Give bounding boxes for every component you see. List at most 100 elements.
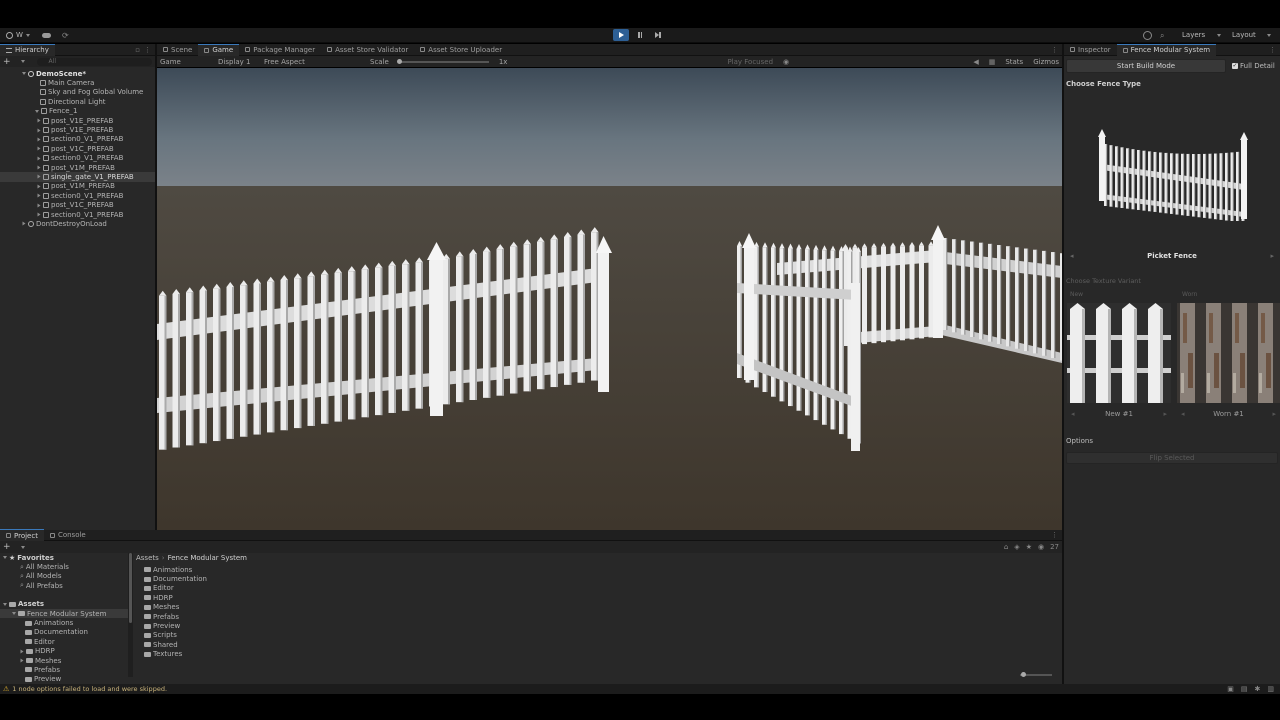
add-icon[interactable]: + <box>3 57 11 67</box>
chevron-right-icon[interactable]: ▸ <box>1272 410 1276 418</box>
folder-item[interactable]: Scripts <box>144 631 207 640</box>
grid-icon[interactable]: ▦ <box>989 58 996 66</box>
hierarchy-item[interactable]: section0_V1_PREFAB <box>0 154 155 163</box>
breadcrumb-assets[interactable]: Assets <box>136 554 159 562</box>
folder-item[interactable]: HDRP <box>144 593 207 602</box>
pause-button[interactable] <box>632 29 648 41</box>
tab-inspector[interactable]: Inspector <box>1064 44 1117 56</box>
hierarchy-item[interactable]: post_V1E_PREFAB <box>0 125 155 134</box>
more-icon[interactable]: ⋮ <box>1269 46 1276 54</box>
expand-icon[interactable] <box>12 612 16 616</box>
asset-tree-item[interactable]: Documentation <box>0 628 128 637</box>
more-icon[interactable]: ⋮ <box>144 46 151 54</box>
expand-icon[interactable] <box>22 72 26 76</box>
expand-icon[interactable] <box>37 137 41 142</box>
tab-game[interactable]: Game <box>198 43 240 56</box>
expand-icon[interactable] <box>37 212 41 217</box>
expand-icon[interactable] <box>3 602 7 606</box>
expand-icon[interactable] <box>37 165 41 170</box>
icon-size-slider[interactable] <box>1020 672 1052 677</box>
play-focused-dropdown[interactable]: Play Focused <box>727 58 773 66</box>
asset-tree-item[interactable]: Meshes <box>0 656 128 665</box>
game-viewport[interactable] <box>157 68 1062 530</box>
texture-thumb-worn[interactable] <box>1177 303 1280 403</box>
sidebar-scrollbar[interactable] <box>128 553 133 677</box>
folder-item[interactable]: Documentation <box>144 574 207 583</box>
mute-icon[interactable]: ◉ <box>783 58 789 66</box>
chevron-left-icon[interactable]: ◂ <box>1071 410 1075 418</box>
expand-icon[interactable] <box>37 193 41 198</box>
breadcrumb-fence-modular-system[interactable]: Fence Modular System <box>168 554 247 562</box>
hierarchy-item[interactable]: post_V1M_PREFAB <box>0 182 155 191</box>
expand-icon[interactable] <box>37 118 41 123</box>
chevron-left-icon[interactable]: ◂ <box>1070 252 1074 260</box>
hierarchy-item[interactable]: single_gate_V1_PREFAB <box>0 172 155 182</box>
more-icon[interactable]: ⋮ <box>1051 46 1058 54</box>
hierarchy-item[interactable]: Fence_1 <box>0 107 155 116</box>
dont-destroy-row[interactable]: DontDestroyOnLoad <box>0 219 155 228</box>
tab-asset-store-uploader[interactable]: Asset Store Uploader <box>414 44 508 56</box>
favorites-header[interactable]: ★ Favorites <box>0 553 128 562</box>
chevron-left-icon[interactable]: ◂ <box>1181 410 1185 418</box>
aspect-dropdown[interactable]: Free Aspect <box>264 58 360 66</box>
asset-tree-item[interactable]: Editor <box>0 637 128 646</box>
flip-selected-button[interactable]: Flip Selected <box>1066 452 1278 464</box>
game-mode-dropdown[interactable]: Game <box>160 58 208 66</box>
gizmos-dropdown[interactable]: Gizmos <box>1033 58 1059 66</box>
expand-icon[interactable] <box>35 109 39 113</box>
full-detail-toggle[interactable]: ✓ Full Detail <box>1232 62 1275 70</box>
hierarchy-item[interactable]: Sky and Fog Global Volume <box>0 88 155 97</box>
tab-scene[interactable]: Scene <box>157 44 198 56</box>
favorite-item[interactable]: ⌕ All Prefabs <box>0 581 128 590</box>
tab-asset-store-validator[interactable]: Asset Store Validator <box>321 44 414 56</box>
more-icon[interactable]: ⋮ <box>1051 531 1058 539</box>
filter-type-icon[interactable]: ⌂ <box>1004 543 1008 551</box>
expand-icon[interactable] <box>20 658 24 663</box>
display-dropdown[interactable]: Display 1 <box>218 58 254 66</box>
folder-item[interactable]: Meshes <box>144 603 207 612</box>
history-icon[interactable] <box>1143 31 1152 40</box>
start-build-mode-button[interactable]: Start Build Mode <box>1066 59 1226 73</box>
progress-icon[interactable]: ▣ <box>1227 685 1234 693</box>
folder-item[interactable]: Editor <box>144 584 207 593</box>
expand-icon[interactable] <box>37 156 41 161</box>
expand-icon[interactable] <box>37 203 41 208</box>
chevron-down-icon[interactable] <box>20 60 25 63</box>
collab-icon[interactable]: ⟳ <box>62 31 71 40</box>
favorite-item[interactable]: ⌕ All Models <box>0 572 128 581</box>
add-icon[interactable]: + <box>3 542 11 552</box>
expand-icon[interactable] <box>3 556 7 560</box>
favorite-icon[interactable]: ★ <box>1026 543 1032 551</box>
layout-dropdown[interactable]: Layout <box>1228 29 1276 41</box>
expand-icon[interactable] <box>37 146 41 151</box>
tab-console[interactable]: Console <box>44 529 92 541</box>
cache-icon[interactable]: ▤ <box>1241 685 1248 693</box>
hierarchy-item[interactable]: post_V1C_PREFAB <box>0 200 155 209</box>
stats-button[interactable]: Stats <box>1005 58 1023 66</box>
hierarchy-item[interactable]: post_V1M_PREFAB <box>0 163 155 172</box>
visibility-icon[interactable]: ◉ <box>1038 543 1044 551</box>
expand-icon[interactable] <box>37 128 41 133</box>
assets-header[interactable]: Assets <box>0 600 128 609</box>
scale-slider[interactable] <box>396 58 489 64</box>
asset-tree-item[interactable]: HDRP <box>0 647 128 656</box>
folder-item[interactable]: Prefabs <box>144 612 207 621</box>
filter-label-icon[interactable]: ◈ <box>1014 543 1019 551</box>
scene-row[interactable]: DemoScene* <box>0 69 155 78</box>
folder-item[interactable]: Shared <box>144 640 207 649</box>
lock-icon[interactable]: ▫ <box>135 46 140 54</box>
favorite-item[interactable]: ⌕ All Materials <box>0 562 128 572</box>
status-message[interactable]: 1 node options failed to load and were s… <box>12 685 167 693</box>
asset-tree-item[interactable]: Preview <box>0 675 128 684</box>
asset-tree-item[interactable]: Fence Modular System <box>0 608 128 619</box>
tab-package-manager[interactable]: Package Manager <box>239 44 321 56</box>
chevron-right-icon[interactable]: ▸ <box>1163 410 1167 418</box>
folder-item[interactable]: Animations <box>144 565 207 574</box>
expand-icon[interactable] <box>37 184 41 189</box>
scale-slider-handle[interactable] <box>396 58 402 64</box>
hierarchy-item[interactable]: section0_V1_PREFAB <box>0 135 155 144</box>
speaker-icon[interactable]: ◀ <box>973 58 978 66</box>
expand-icon[interactable] <box>37 174 41 179</box>
search-icon[interactable]: ⌕ <box>1160 31 1169 40</box>
account-dropdown[interactable]: W <box>6 31 32 39</box>
